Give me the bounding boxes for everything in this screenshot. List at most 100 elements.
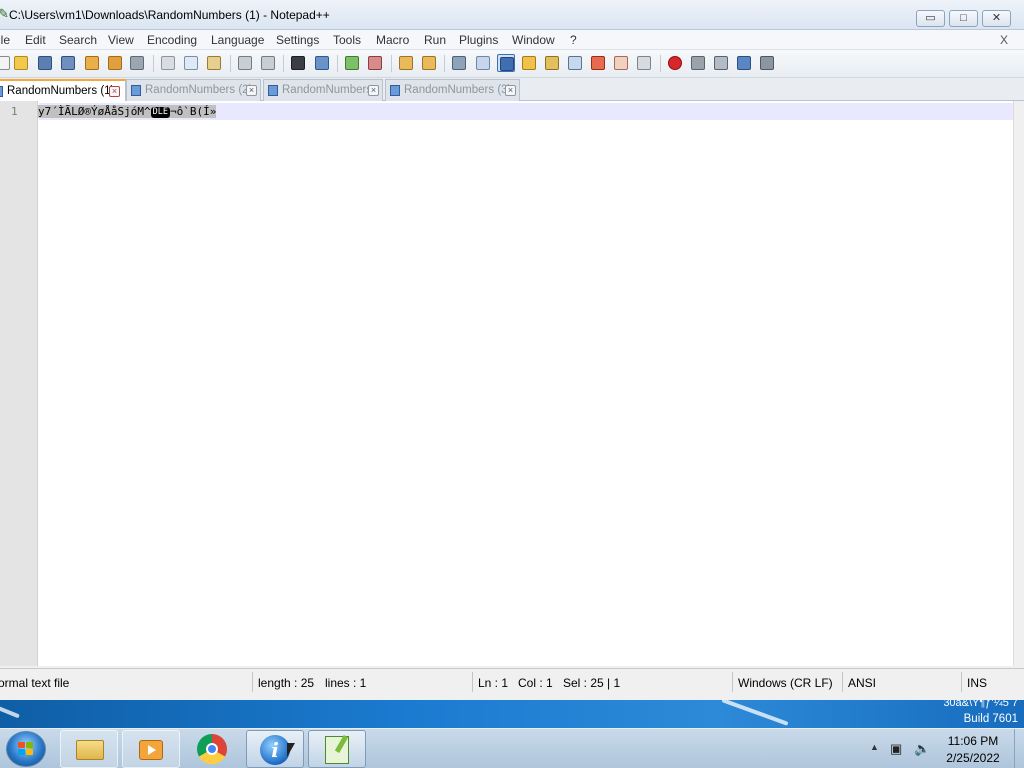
document-icon <box>268 85 278 96</box>
replace-icon[interactable] <box>313 54 331 72</box>
document-list-icon[interactable] <box>612 54 630 72</box>
start-button[interactable] <box>6 731 46 767</box>
cut-icon[interactable] <box>159 54 177 72</box>
close-document-button[interactable]: X <box>1000 33 1008 47</box>
menu-window[interactable]: Window <box>512 33 555 47</box>
status-encoding[interactable]: ANSI <box>848 676 876 690</box>
menu-tools[interactable]: Tools <box>333 33 361 47</box>
save-icon[interactable] <box>36 54 54 72</box>
tab-randomnumbers[interactable]: RandomNumbers × <box>263 79 383 101</box>
print-icon[interactable] <box>128 54 146 72</box>
toolbar-separator <box>444 55 445 72</box>
document-tab-bar: RandomNumbers (1) × RandomNumbers (2) × … <box>0 78 1024 102</box>
maximize-button[interactable]: □ <box>949 10 978 27</box>
editor-line-1[interactable]: y7´ÌÃLØ®ÝøÅåSjóM^ DLE ¬ô`B(Í» <box>38 104 217 119</box>
sync-horizontal-icon[interactable] <box>420 54 438 72</box>
windows-build-text: Build 7601 <box>963 713 1018 725</box>
title-bar[interactable]: ✎ C:\Users\vm1\Downloads\RandomNumbers (… <box>0 0 1024 30</box>
tab-label: RandomNumbers (1) <box>7 85 115 97</box>
menu-view[interactable]: View <box>108 33 134 47</box>
monitoring-icon[interactable] <box>635 54 653 72</box>
status-selection: Sel : 25 | 1 <box>563 676 621 690</box>
menu-language[interactable]: Language <box>211 33 264 47</box>
new-file-icon[interactable] <box>0 54 12 72</box>
open-file-icon[interactable] <box>12 54 30 72</box>
minimize-button[interactable]: ▭ <box>916 10 945 27</box>
tab-close-icon[interactable]: × <box>246 85 257 96</box>
clock-date[interactable]: 2/25/2022 <box>930 751 1016 765</box>
play-macro-icon[interactable] <box>712 54 730 72</box>
menu-plugins[interactable]: Plugins <box>459 33 498 47</box>
menu-search[interactable]: Search <box>59 33 97 47</box>
show-desktop-button[interactable] <box>1014 729 1024 768</box>
toolbar-separator <box>230 55 231 72</box>
line-number-gutter: 1 <box>0 101 38 666</box>
save-macro-icon[interactable] <box>758 54 776 72</box>
status-line-number: Ln : 1 <box>478 676 509 690</box>
taskbar-chrome[interactable] <box>184 730 242 768</box>
minimize-icon: ▭ <box>925 12 936 24</box>
tab-label: RandomNumbers <box>282 84 373 96</box>
menu-file[interactable]: ile <box>0 33 10 47</box>
clock-time[interactable]: 11:06 PM <box>930 734 1016 748</box>
tab-close-icon[interactable]: × <box>368 85 379 96</box>
editor-area[interactable]: 1 y7´ÌÃLØ®ÝøÅåSjóM^ DLE ¬ô`B(Í» <box>0 101 1013 666</box>
menu-run[interactable]: Run <box>424 33 446 47</box>
menu-encoding[interactable]: Encoding <box>147 33 197 47</box>
zoom-in-icon[interactable] <box>343 54 361 72</box>
stop-recording-icon[interactable] <box>689 54 707 72</box>
word-wrap-icon[interactable] <box>450 54 468 72</box>
tab-randomnumbers-2[interactable]: RandomNumbers (2) × <box>126 79 261 101</box>
taskbar-internet-explorer[interactable]: i <box>246 730 304 768</box>
zoom-out-icon[interactable] <box>366 54 384 72</box>
window-title: C:\Users\vm1\Downloads\RandomNumbers (1)… <box>9 8 330 22</box>
status-divider <box>842 672 843 692</box>
folder-icon <box>76 740 104 760</box>
menu-edit[interactable]: Edit <box>25 33 46 47</box>
show-hidden-icons-icon[interactable]: ▲ <box>870 742 879 752</box>
user-defined-language-icon[interactable] <box>520 54 538 72</box>
network-icon[interactable]: ▣ <box>890 741 902 757</box>
save-all-icon[interactable] <box>59 54 77 72</box>
vertical-scrollbar[interactable] <box>1013 101 1024 666</box>
show-all-characters-icon[interactable] <box>474 54 492 72</box>
windows-logo-icon <box>18 742 34 756</box>
paste-icon[interactable] <box>205 54 223 72</box>
mouse-cursor-icon <box>287 743 295 757</box>
toolbar <box>0 50 1024 78</box>
volume-icon[interactable]: 🔈 <box>914 741 930 757</box>
tab-label: RandomNumbers (3) <box>404 84 512 96</box>
document-icon <box>390 85 400 96</box>
menu-help[interactable]: ? <box>570 33 577 47</box>
redo-icon[interactable] <box>259 54 277 72</box>
close-all-icon[interactable] <box>106 54 124 72</box>
notepadpp-window: ✎ C:\Users\vm1\Downloads\RandomNumbers (… <box>0 0 1024 700</box>
function-list-icon[interactable] <box>566 54 584 72</box>
folder-as-workspace-icon[interactable] <box>589 54 607 72</box>
status-insert-mode[interactable]: INS <box>967 676 987 690</box>
menu-settings[interactable]: Settings <box>276 33 319 47</box>
status-eol-format[interactable]: Windows (CR LF) <box>738 676 833 690</box>
copy-icon[interactable] <box>182 54 200 72</box>
indent-guide-icon[interactable] <box>497 54 515 72</box>
undo-icon[interactable] <box>236 54 254 72</box>
run-macro-multiple-icon[interactable] <box>735 54 753 72</box>
close-button[interactable]: ✕ <box>982 10 1011 27</box>
find-icon[interactable] <box>289 54 307 72</box>
tab-randomnumbers-3[interactable]: RandomNumbers (3) × <box>385 79 520 101</box>
status-bar: ormal text file length : 25 lines : 1 Ln… <box>0 668 1024 696</box>
taskbar-media-player[interactable] <box>122 730 180 768</box>
tab-close-icon[interactable]: × <box>505 85 516 96</box>
taskbar: i ▲ ▣ 🔈 11:06 PM 2/25/2022 <box>0 728 1024 768</box>
menu-macro[interactable]: Macro <box>376 33 409 47</box>
tab-randomnumbers-1[interactable]: RandomNumbers (1) × <box>0 79 126 102</box>
close-icon[interactable] <box>83 54 101 72</box>
control-char-badge: DLE <box>150 107 170 118</box>
document-map-icon[interactable] <box>543 54 561 72</box>
taskbar-file-explorer[interactable] <box>60 730 118 768</box>
tab-close-icon[interactable]: × <box>109 86 120 97</box>
chrome-icon-center <box>206 743 218 755</box>
record-macro-icon[interactable] <box>666 54 684 72</box>
sync-vertical-icon[interactable] <box>397 54 415 72</box>
taskbar-notepad-plus-plus[interactable] <box>308 730 366 768</box>
